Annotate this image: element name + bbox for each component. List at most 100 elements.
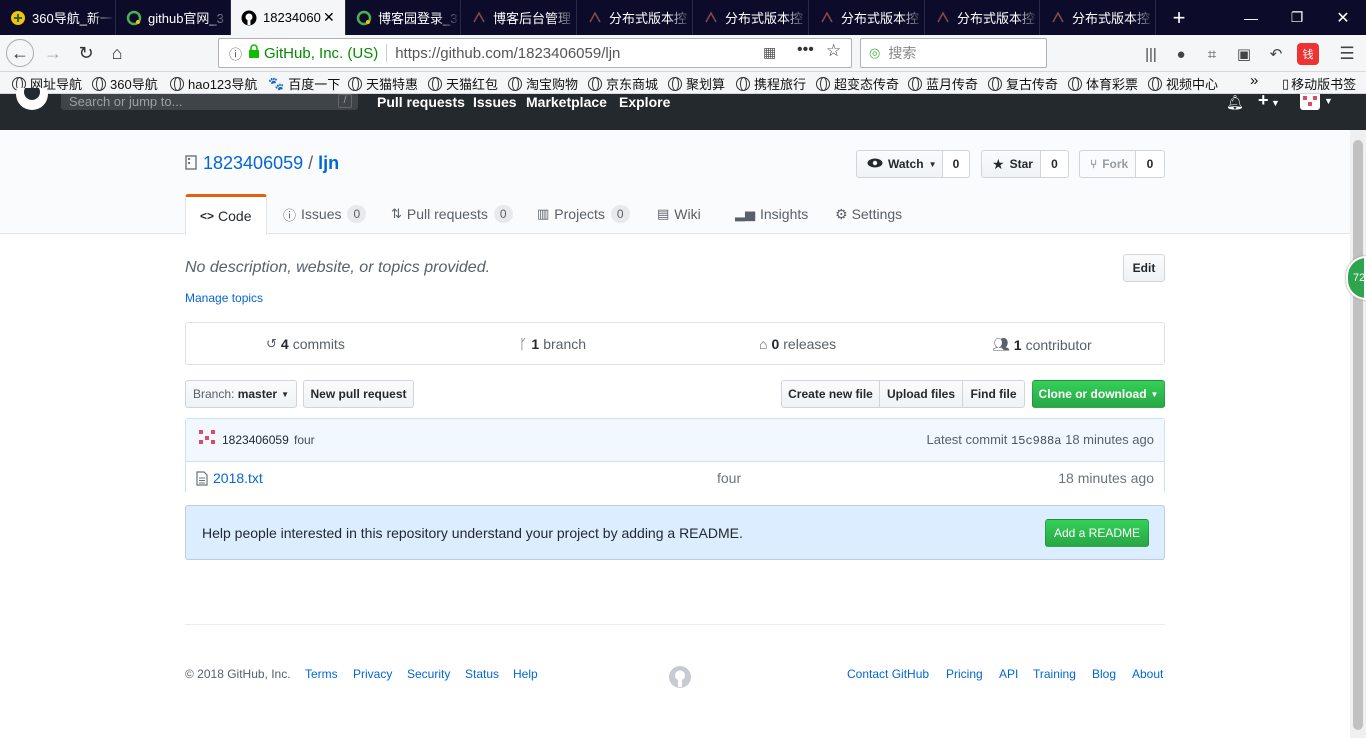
tab-wiki[interactable]: ▤ Wiki <box>657 194 701 234</box>
file-commit-message[interactable]: four <box>717 470 741 486</box>
browser-tab[interactable]: github官网_3 <box>116 0 231 35</box>
tab-projects[interactable]: ▥ Projects 0 <box>537 194 630 234</box>
branch-select-button[interactable]: Branch: master ▼ <box>185 380 297 408</box>
scrollbar[interactable] <box>1350 130 1366 738</box>
tab-settings[interactable]: ⚙ Settings <box>835 194 902 234</box>
avatar[interactable] <box>1300 94 1320 110</box>
browser-tab[interactable]: 博客园登录_3 <box>346 0 461 35</box>
footer-link-contact[interactable]: Contact GitHub <box>847 667 929 681</box>
bell-icon[interactable]: 🔔︎ <box>1226 94 1244 111</box>
plugin-icon[interactable]: 钱 <box>1297 43 1319 65</box>
chevron-down-icon[interactable]: ▼ <box>1324 96 1333 106</box>
footer-link-pricing[interactable]: Pricing <box>946 667 983 681</box>
file-name-link[interactable]: 2018.txt <box>213 470 263 486</box>
window-close-icon[interactable]: ✕ <box>1320 0 1366 35</box>
home-icon[interactable]: ⌂ <box>103 39 131 67</box>
bookmark-item[interactable]: 超变态传奇 <box>816 74 899 93</box>
bookmark-item[interactable]: 京东商城 <box>588 74 658 93</box>
footer-link-training[interactable]: Training <box>1033 667 1076 681</box>
qrcode-icon[interactable]: ▦ <box>763 44 776 61</box>
bookmark-item[interactable]: 聚划算 <box>668 74 725 93</box>
browser-tab[interactable]: 分布式版本控 <box>693 0 809 35</box>
nav-explore[interactable]: Explore <box>619 94 670 110</box>
star-button[interactable]: ★ Star <box>981 150 1041 178</box>
browser-tab[interactable]: 博客后台管理 <box>461 0 577 35</box>
new-tab-button[interactable]: + <box>1156 0 1202 35</box>
sidebar-icon[interactable]: ▣ <box>1233 43 1255 65</box>
browser-tab[interactable]: 分布式版本控 <box>577 0 693 35</box>
star-count[interactable]: 0 <box>1041 150 1069 178</box>
footer-link-terms[interactable]: Terms <box>305 667 338 681</box>
contributors-link[interactable]: 👥︎ 1 contributor <box>992 336 1092 353</box>
reload-icon[interactable]: ↻ <box>72 39 100 67</box>
minimize-icon[interactable]: — <box>1228 0 1274 35</box>
bookmark-item[interactable]: 🐾 百度一下 <box>268 74 340 93</box>
forward-arrow-icon[interactable]: → <box>39 39 67 67</box>
bookmark-item[interactable]: 复古传奇 <box>988 74 1058 93</box>
watch-count[interactable]: 0 <box>943 150 970 178</box>
bookmark-item[interactable]: 淘宝购物 <box>508 74 578 93</box>
find-file-button[interactable]: Find file <box>962 380 1025 408</box>
browser-search-input[interactable]: ◎ 搜索 <box>860 38 1047 68</box>
browser-tab-active[interactable]: 18234060 ✕ <box>231 0 346 35</box>
footer-link-help[interactable]: Help <box>513 667 538 681</box>
repo-owner-link[interactable]: 1823406059 <box>203 153 303 173</box>
bookmark-star-icon[interactable]: ☆ <box>826 41 841 61</box>
restore-icon[interactable]: ❐ <box>1274 0 1320 35</box>
releases-link[interactable]: ⌂ 0 releases <box>759 336 836 352</box>
bookmark-item[interactable]: 视频中心 <box>1148 74 1218 93</box>
branches-link[interactable]: ᚴ 1 branch <box>519 336 586 352</box>
clone-or-download-button[interactable]: Clone or download ▼ <box>1032 380 1165 408</box>
bookmark-item[interactable]: 蓝月传奇 <box>908 74 978 93</box>
commit-message-link[interactable]: four <box>294 433 315 447</box>
new-pull-request-button[interactable]: New pull request <box>303 380 414 408</box>
library-icon[interactable]: ||| <box>1140 43 1162 65</box>
floating-speed-widget[interactable]: 72 <box>1346 256 1366 300</box>
footer-link-security[interactable]: Security <box>407 667 450 681</box>
add-readme-button[interactable]: Add a README <box>1045 519 1149 547</box>
browser-tab[interactable]: 360导航_新一 <box>0 0 116 35</box>
bookmarks-overflow-button[interactable]: » <box>1250 72 1258 89</box>
footer-link-status[interactable]: Status <box>465 667 499 681</box>
create-new-file-button[interactable]: Create new file <box>781 380 880 408</box>
github-mark-icon[interactable] <box>668 665 692 692</box>
bookmark-item[interactable]: 携程旅行 <box>736 74 806 93</box>
crop-icon[interactable]: ⌗ <box>1201 43 1223 65</box>
tab-code[interactable]: <> Code <box>185 194 267 235</box>
browser-tab[interactable]: 分布式版本控 <box>1040 0 1156 35</box>
commit-sha-link[interactable]: 15c988a <box>1011 434 1061 448</box>
commits-link[interactable]: ↺ 4 commits <box>266 336 345 352</box>
create-new-button[interactable]: + ▼ <box>1258 90 1280 111</box>
nav-pull-requests[interactable]: Pull requests <box>377 94 465 110</box>
bookmark-item[interactable]: hao123导航 <box>170 74 257 93</box>
watch-button[interactable]: Watch ▼ <box>856 150 943 178</box>
manage-topics-link[interactable]: Manage topics <box>185 291 263 305</box>
fork-count[interactable]: 0 <box>1136 150 1165 178</box>
back-arrow-icon[interactable]: ← <box>6 39 34 67</box>
browser-tab[interactable]: 分布式版本控 <box>925 0 1040 35</box>
github-logo-icon[interactable] <box>16 78 48 115</box>
info-icon[interactable]: ⓘ <box>229 44 242 63</box>
browser-tab[interactable]: 分布式版本控 <box>809 0 925 35</box>
nav-issues[interactable]: Issues <box>473 94 517 110</box>
tab-insights[interactable]: ▂▅ Insights <box>735 194 808 234</box>
avatar[interactable] <box>198 429 216 447</box>
chat-icon[interactable]: ● <box>1170 43 1192 65</box>
close-icon[interactable]: ✕ <box>323 9 335 26</box>
tab-pull-requests[interactable]: ⇅ Pull requests 0 <box>391 194 513 234</box>
github-search-input[interactable]: Search or jump to... / <box>61 94 358 110</box>
footer-link-blog[interactable]: Blog <box>1092 667 1116 681</box>
upload-files-button[interactable]: Upload files <box>879 380 963 408</box>
bookmark-item[interactable]: 体育彩票 <box>1068 74 1138 93</box>
url-text[interactable]: https://github.com/1823406059/ljn <box>395 45 620 62</box>
bookmark-item[interactable]: 天猫特惠 <box>348 74 418 93</box>
undo-icon[interactable]: ↶ <box>1265 43 1287 65</box>
fork-button[interactable]: ⑂ Fork <box>1079 150 1136 178</box>
menu-icon[interactable]: ☰ <box>1336 43 1358 65</box>
scrollbar-thumb[interactable] <box>1353 140 1363 730</box>
more-icon[interactable]: ••• <box>797 41 814 59</box>
footer-link-about[interactable]: About <box>1132 667 1163 681</box>
bookmark-item[interactable]: 360导航 <box>92 74 158 93</box>
tab-issues[interactable]: ⓘ Issues 0 <box>283 194 367 234</box>
footer-link-api[interactable]: API <box>999 667 1018 681</box>
